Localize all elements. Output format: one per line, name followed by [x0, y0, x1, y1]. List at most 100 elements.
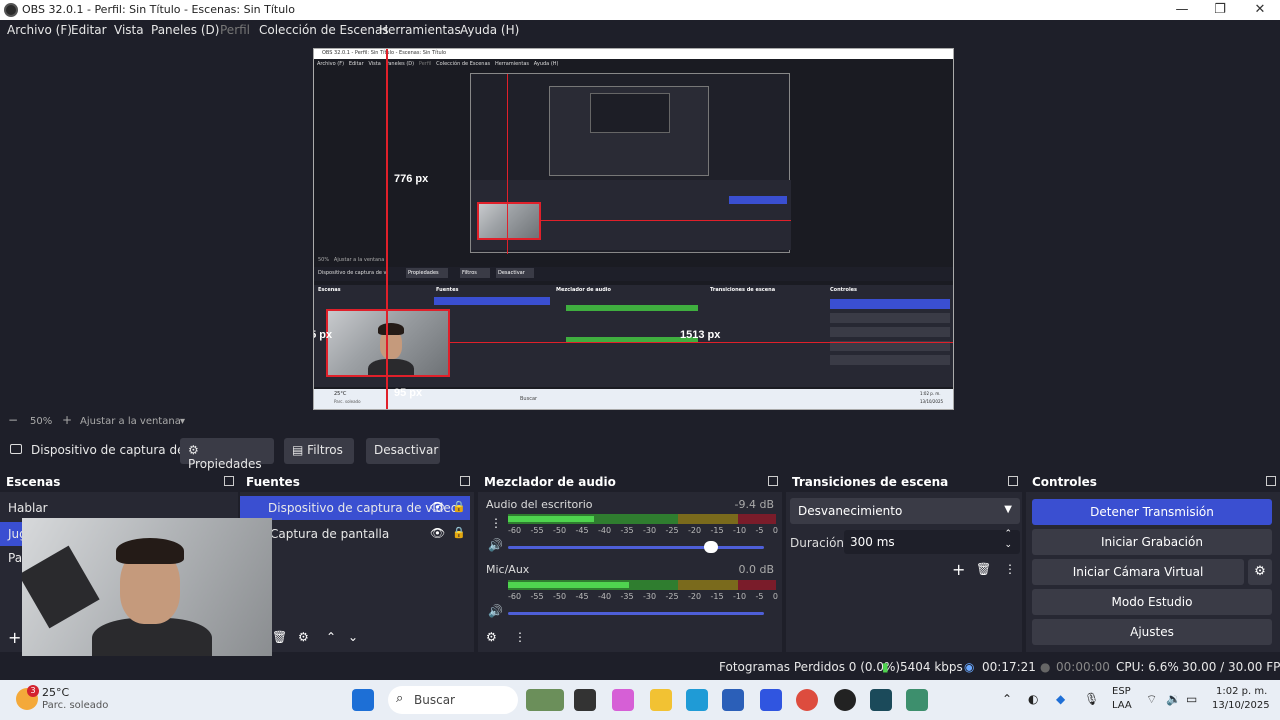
lock-icon[interactable]: 🔒 — [452, 526, 466, 539]
battery-icon[interactable]: ▭ — [1186, 692, 1197, 706]
scene-item-jugar[interactable]: Jug — [0, 522, 27, 546]
inner-menu-docks: Paneles (D) — [385, 61, 415, 67]
task-view-icon[interactable] — [574, 689, 596, 711]
obs-taskbar-icon[interactable] — [834, 689, 856, 711]
menu-scene-collection[interactable]: Colección de Escenas — [259, 23, 389, 37]
minimize-button[interactable]: — — [1162, 0, 1202, 20]
edge-icon[interactable] — [686, 689, 708, 711]
virtual-camera-button[interactable]: Iniciar Cámara Virtual — [1032, 559, 1244, 585]
add-scene-button[interactable]: + — [8, 628, 21, 647]
add-transition-icon[interactable]: + — [952, 560, 965, 579]
microphone-icon[interactable]: 🎙 — [1084, 692, 1099, 706]
lock-icon[interactable]: 🔒 — [452, 500, 466, 513]
chevron-up-icon[interactable]: ⌃ — [1002, 692, 1012, 706]
eye-icon[interactable]: 👁 — [430, 500, 445, 514]
inner-vcam-button — [830, 327, 950, 337]
close-button[interactable]: ✕ — [1240, 0, 1280, 20]
volume-slider-mic[interactable] — [508, 607, 802, 619]
dock-popout-icon[interactable] — [460, 476, 470, 486]
zoom-app-icon[interactable] — [760, 689, 782, 711]
filters-button[interactable]: ▤ Filtros — [284, 438, 354, 464]
gear-icon[interactable]: ⚙ — [298, 630, 309, 644]
taskbar-search[interactable]: ⌕ Buscar — [388, 686, 518, 714]
kebab-menu-icon[interactable]: ⋮ — [1004, 562, 1016, 576]
studio-mode-button[interactable]: Modo Estudio — [1032, 589, 1272, 615]
clock-time[interactable]: 1:02 p. m. — [1216, 686, 1267, 697]
menu-edit[interactable]: Editar — [71, 23, 107, 37]
tray-icon-2[interactable]: ◆ — [1056, 692, 1065, 706]
webcam-source-selection[interactable] — [326, 309, 450, 377]
fit-to-window[interactable]: Ajustar a la ventana — [80, 416, 181, 427]
dock-popout-icon[interactable] — [768, 476, 778, 486]
wifi-icon[interactable]: ⌔ — [1146, 692, 1157, 707]
maximize-button[interactable]: ❐ — [1200, 0, 1240, 20]
app-icon-8[interactable] — [870, 689, 892, 711]
nested-guide-vertical — [507, 74, 508, 254]
properties-button[interactable]: ⚙ Propiedades — [180, 438, 274, 471]
store-icon[interactable] — [722, 689, 744, 711]
tray-icon-1[interactable]: ◐ — [1028, 692, 1038, 706]
eye-icon[interactable]: 👁 — [430, 526, 445, 540]
zoom-dropdown-icon[interactable]: ▾ — [180, 416, 185, 427]
trash-icon[interactable]: 🗑 — [272, 630, 287, 644]
clock-date[interactable]: 13/10/2025 — [1212, 700, 1270, 711]
virtual-camera-settings-icon[interactable]: ⚙ — [1248, 559, 1272, 585]
meter-red-zone — [738, 514, 776, 524]
meter-tick-label: 0 — [772, 526, 778, 535]
menu-view[interactable]: Vista — [114, 23, 144, 37]
chrome-icon[interactable] — [796, 689, 818, 711]
transitions-dock: Transiciones de escena Desvanecimiento ▼… — [786, 472, 1022, 652]
inner-title-bar: OBS 32.0.1 - Perfil: Sin Título - Escena… — [314, 49, 953, 59]
dock-popout-icon[interactable] — [1266, 476, 1276, 486]
app-icon-9[interactable] — [906, 689, 928, 711]
move-down-icon[interactable]: ⌄ — [348, 630, 358, 644]
webcam-overlay — [22, 518, 272, 658]
volume-icon[interactable]: 🔉 — [1166, 692, 1181, 706]
settings-button[interactable]: Ajustes — [1032, 619, 1272, 645]
stepper-up-icon[interactable]: ⌃ — [1004, 529, 1012, 539]
scene-item-hablar[interactable]: Hablar — [0, 496, 236, 520]
file-explorer-icon[interactable] — [650, 689, 672, 711]
search-highlight-icon[interactable] — [526, 689, 564, 711]
inner-filters: Filtros — [460, 268, 490, 278]
kebab-menu-icon[interactable]: ⋮ — [490, 516, 502, 530]
slider-knob[interactable] — [704, 541, 718, 553]
volume-slider-desktop[interactable] — [508, 541, 764, 553]
trash-icon[interactable]: 🗑 — [976, 562, 991, 576]
kebab-menu-icon[interactable]: ⋮ — [514, 630, 526, 644]
inner-dock-controls: Controles — [830, 287, 858, 293]
speaker-icon[interactable]: 🔊 — [488, 538, 503, 552]
dock-popout-icon[interactable] — [224, 476, 234, 486]
audio-mixer-dock: Mezclador de audio Audio del escritorio … — [478, 472, 802, 652]
zoom-out-button[interactable]: − — [8, 413, 18, 427]
deactivate-button[interactable]: Desactivar — [366, 438, 440, 464]
speaker-icon[interactable]: 🔊 — [488, 604, 503, 618]
language-code-1[interactable]: ESP — [1112, 686, 1131, 697]
menu-docks[interactable]: Paneles (D) — [151, 23, 219, 37]
duration-input[interactable]: 300 ms ⌃ ⌄ — [844, 529, 1020, 554]
dock-popout-icon[interactable] — [1008, 476, 1018, 486]
stepper-down-icon[interactable]: ⌄ — [1004, 540, 1012, 550]
zoom-in-button[interactable]: + — [62, 413, 72, 427]
start-recording-button[interactable]: Iniciar Grabación — [1032, 529, 1272, 555]
menu-file[interactable]: Archivo (F) — [7, 23, 72, 37]
windows-start-icon[interactable] — [352, 689, 374, 711]
copilot-icon[interactable] — [612, 689, 634, 711]
scenes-dock-header: Escenas — [0, 472, 238, 492]
weather-desc: Parc. soleado — [42, 700, 109, 711]
move-up-icon[interactable]: ⌃ — [326, 630, 336, 644]
stop-stream-button[interactable]: Detener Transmisión — [1032, 499, 1272, 525]
advanced-audio-icon[interactable]: ⚙ — [486, 630, 497, 644]
preview-canvas[interactable]: OBS 32.0.1 - Perfil: Sin Título - Escena… — [313, 48, 954, 410]
meter-tick-label: -55 — [530, 526, 544, 535]
transition-select[interactable]: Desvanecimiento ▼ — [790, 498, 1020, 524]
scenes-title: Escenas — [6, 475, 61, 489]
scene-item-par[interactable]: Par — [0, 546, 27, 570]
menu-profile[interactable]: Perfil — [220, 23, 250, 37]
menu-tools[interactable]: Herramientas — [379, 23, 461, 37]
sources-dock: Fuentes Dispositivo de captura de vídeo … — [240, 472, 474, 652]
meter-tick-label: -35 — [620, 592, 634, 601]
inner-date: 13/10/2025 — [920, 399, 944, 404]
language-code-2[interactable]: LAA — [1112, 700, 1132, 711]
menu-help[interactable]: Ayuda (H) — [460, 23, 519, 37]
